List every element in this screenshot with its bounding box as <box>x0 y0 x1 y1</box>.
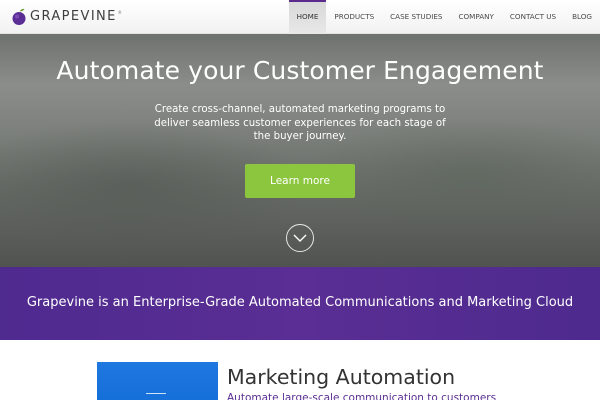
grape-icon <box>12 8 26 25</box>
tagline-band: Grapevine is an Enterprise-Grade Automat… <box>0 267 600 340</box>
feature-image-graphic <box>146 393 166 397</box>
learn-more-button[interactable]: Learn more <box>245 164 355 198</box>
site-header: GRAPEVINE ® HOME PRODUCTS CASE STUDIES C… <box>0 0 600 34</box>
logo-text: GRAPEVINE <box>30 9 117 24</box>
nav-item-blog[interactable]: BLOG <box>564 0 600 34</box>
logo[interactable]: GRAPEVINE ® <box>11 7 122 27</box>
nav-item-contact-us[interactable]: CONTACT US <box>502 0 564 34</box>
feature-title: Marketing Automation <box>227 365 456 389</box>
feature-subtitle-link[interactable]: Automate large-scale communication to cu… <box>227 392 496 400</box>
hero-title: Automate your Customer Engagement <box>56 56 544 85</box>
feature-image <box>97 362 218 400</box>
nav-item-case-studies[interactable]: CASE STUDIES <box>382 0 450 34</box>
hero-section: Automate your Customer Engagement Create… <box>0 34 600 267</box>
tagline-text: Grapevine is an Enterprise-Grade Automat… <box>26 295 574 310</box>
nav-item-company[interactable]: COMPANY <box>450 0 501 34</box>
chevron-down-icon <box>293 234 307 242</box>
main-nav: HOME PRODUCTS CASE STUDIES COMPANY CONTA… <box>288 0 600 34</box>
hero-subtitle: Create cross-channel, automated marketin… <box>154 104 446 142</box>
nav-item-products[interactable]: PRODUCTS <box>326 0 382 34</box>
nav-item-home[interactable]: HOME <box>288 0 327 34</box>
scroll-down-button[interactable] <box>286 224 314 252</box>
trademark-symbol: ® <box>117 9 122 15</box>
feature-section: Marketing Automation Automate large-scal… <box>0 340 600 400</box>
